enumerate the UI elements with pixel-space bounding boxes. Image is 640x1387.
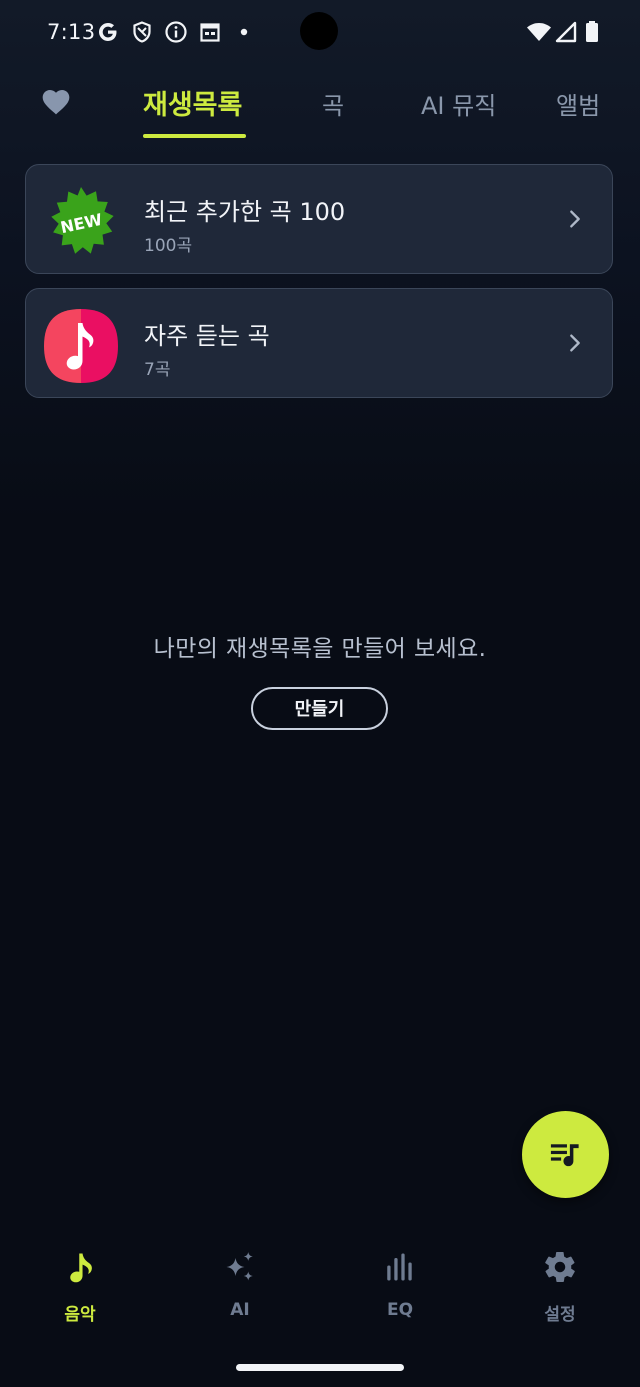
create-playlist-button[interactable]: 만들기 — [251, 687, 388, 730]
nav-eq[interactable]: EQ — [340, 1248, 460, 1328]
wifi-icon — [527, 23, 551, 41]
empty-state-message: 나만의 재생목록을 만들어 보세요. — [153, 636, 487, 662]
vpn-shield-icon — [133, 21, 151, 43]
tab-ai-music[interactable]: AI 뮤직 — [421, 86, 496, 120]
app-screen: 7:13 재생목록 곡 AI 뮤직 앨범 NEW 최근 추가한 곡 100 10… — [0, 0, 640, 1387]
music-note-icon — [44, 309, 118, 383]
chevron-right-icon — [570, 210, 580, 228]
playlist-count: 100곡 — [144, 236, 193, 256]
status-bar: 7:13 — [0, 0, 640, 66]
nav-label-music: 음악 — [64, 1305, 96, 1325]
nav-label-settings: 설정 — [544, 1305, 576, 1325]
tab-playlists[interactable]: 재생목록 — [143, 83, 242, 121]
camera-cutout — [300, 12, 338, 50]
chevron-right-icon — [570, 334, 580, 352]
playlist-count: 7곡 — [144, 360, 171, 380]
music-note-icon — [70, 1253, 92, 1283]
bottom-navigation: 음악 AI EQ 설정 — [0, 1230, 640, 1340]
playlist-card-recent[interactable]: NEW 최근 추가한 곡 100 100곡 — [25, 164, 613, 274]
queue-music-icon — [550, 1144, 579, 1167]
playlist-title: 최근 추가한 곡 100 — [144, 198, 346, 226]
info-icon — [165, 21, 187, 43]
tab-songs[interactable]: 곡 — [322, 86, 344, 120]
tab-active-indicator — [143, 134, 246, 138]
playlist-title: 자주 듣는 곡 — [144, 322, 270, 350]
queue-fab-button[interactable] — [522, 1111, 609, 1198]
calendar-icon — [200, 23, 220, 42]
sparkle-icon — [226, 1252, 253, 1281]
gear-icon — [545, 1252, 575, 1282]
nav-label-eq: EQ — [386, 1300, 414, 1320]
battery-icon — [586, 21, 598, 42]
nav-music[interactable]: 음악 — [20, 1248, 140, 1328]
new-badge-icon: NEW — [51, 187, 114, 254]
status-time: 7:13 — [47, 20, 96, 44]
google-g-icon — [99, 23, 117, 41]
playlist-card-frequent[interactable]: 자주 듣는 곡 7곡 — [25, 288, 613, 398]
home-indicator[interactable] — [236, 1364, 404, 1371]
equalizer-icon — [387, 1253, 412, 1281]
favorites-heart-icon[interactable] — [40, 86, 72, 118]
nav-settings[interactable]: 설정 — [500, 1248, 620, 1328]
nav-ai[interactable]: AI — [180, 1248, 300, 1328]
signal-icon — [555, 21, 577, 43]
dot-icon — [240, 28, 248, 36]
tab-albums[interactable]: 앨범 — [556, 86, 600, 120]
nav-label-ai: AI — [230, 1300, 250, 1320]
